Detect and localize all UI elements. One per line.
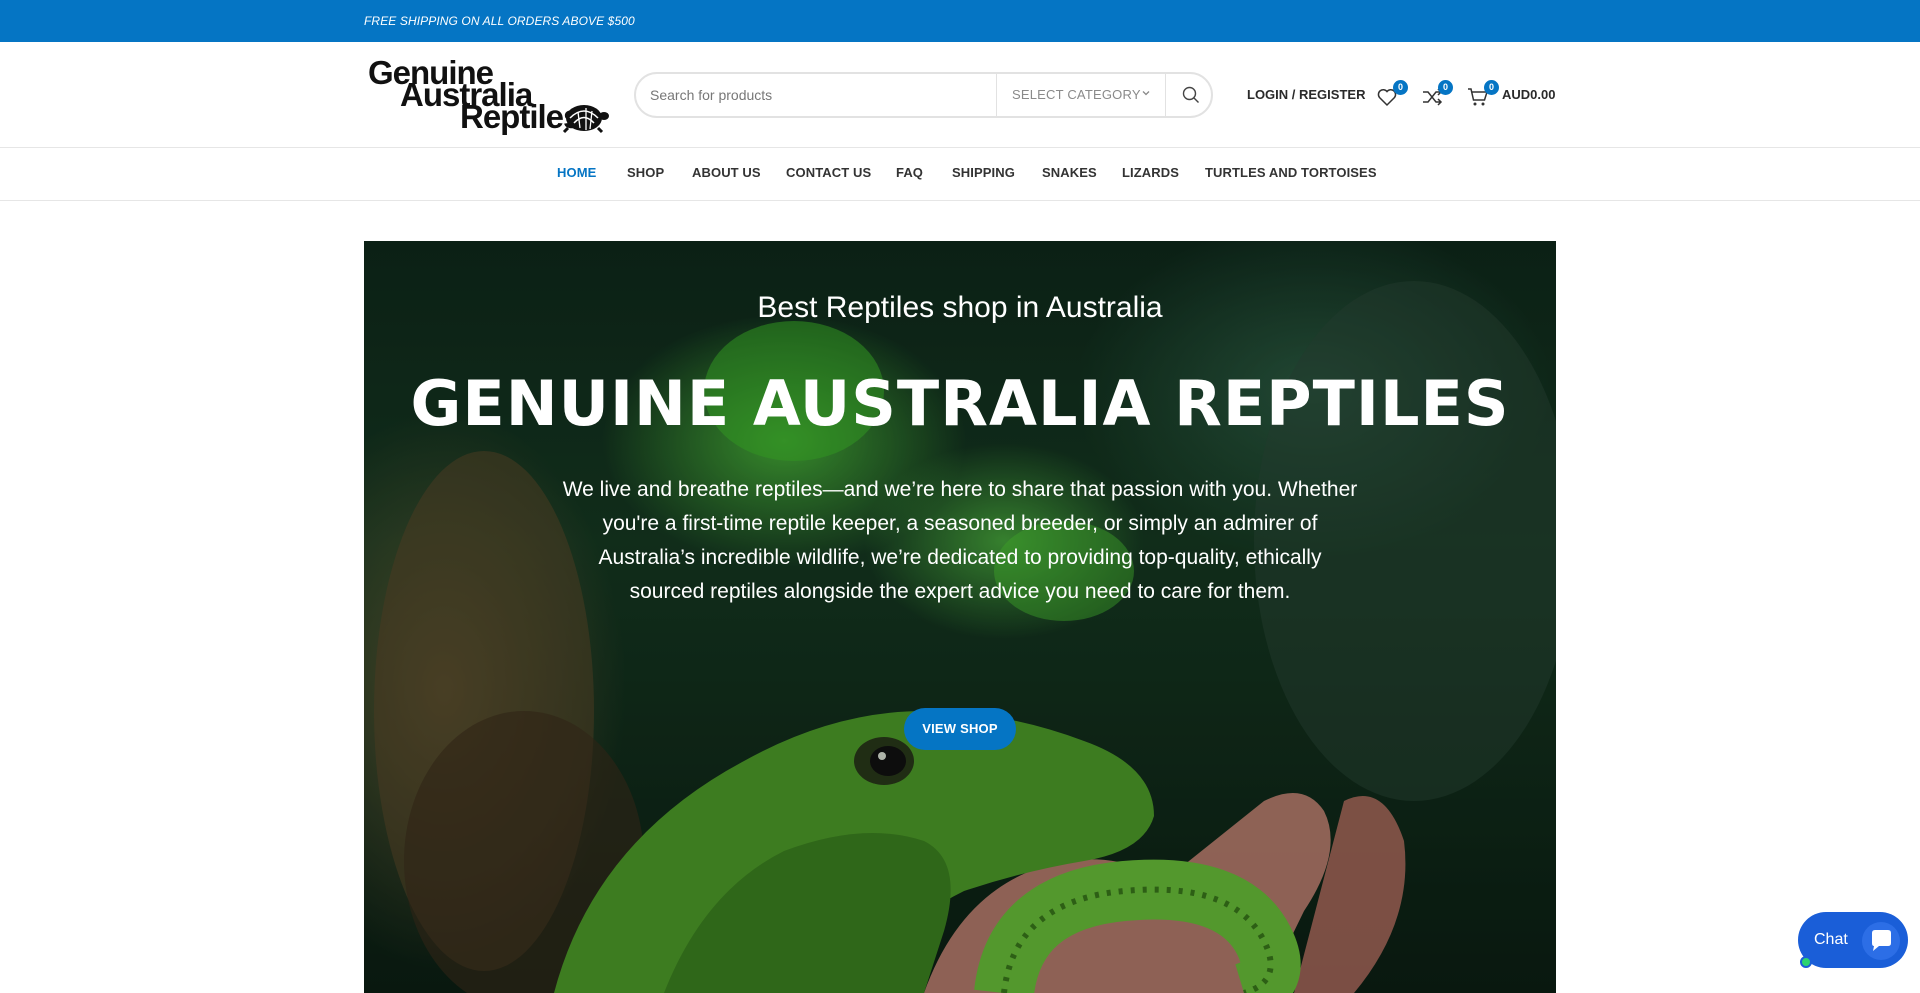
wishlist-button[interactable]: 0 [1376,80,1408,108]
compare-count-badge: 0 [1438,80,1453,95]
search-icon [1182,86,1199,103]
wishlist-count-badge: 0 [1393,80,1408,95]
hero-subtitle: Best Reptiles shop in Australia [757,291,1163,324]
search-button[interactable] [1169,74,1213,116]
main-navigation: HOME SHOP ABOUT US CONTACT US FAQ SHIPPI… [0,148,1920,201]
free-shipping-notice: FREE SHIPPING ON ALL ORDERS ABOVE $500 [364,14,635,28]
turtle-logo-icon [562,105,609,134]
announcement-bar: FREE SHIPPING ON ALL ORDERS ABOVE $500 [0,0,1920,42]
login-register-link[interactable]: LOGIN / REGISTER [1247,87,1365,102]
online-status-dot [1800,956,1812,968]
cart-total[interactable]: AUD0.00 [1502,87,1555,102]
site-header: Genuine Australia Reptiles SELECT CATEGO… [0,42,1920,148]
hero-banner: Best Reptiles shop in Australia GENUINE … [364,241,1556,993]
chat-widget-button[interactable]: Chat [1798,912,1908,968]
site-logo[interactable]: Genuine Australia Reptiles [366,56,611,136]
cart-button[interactable]: 0 [1467,80,1499,108]
category-select-label: SELECT CATEGORY [1012,87,1141,102]
compare-button[interactable]: 0 [1421,80,1453,108]
search-input[interactable] [650,85,990,105]
nav-shipping[interactable]: SHIPPING [952,165,1015,180]
chat-bubble-icon [1862,922,1900,960]
nav-snakes[interactable]: SNAKES [1042,165,1097,180]
nav-faq[interactable]: FAQ [896,165,923,180]
chevron-down-icon [1142,91,1150,96]
view-shop-button[interactable]: VIEW SHOP [904,708,1016,750]
hero-overlay [364,241,1556,993]
nav-turtles-and-tortoises[interactable]: TURTLES AND TORTOISES [1205,165,1377,180]
hero-title: GENUINE AUSTRALIA REPTILES [410,367,1510,440]
chat-label: Chat [1814,931,1848,948]
nav-home[interactable]: HOME [557,165,596,180]
category-select[interactable]: SELECT CATEGORY [996,74,1166,116]
nav-about-us[interactable]: ABOUT US [692,165,761,180]
cart-count-badge: 0 [1484,80,1499,95]
hero-description: We live and breathe reptiles—and we’re h… [562,478,1358,603]
product-search-bar: SELECT CATEGORY [634,72,1213,118]
nav-contact-us[interactable]: CONTACT US [786,165,871,180]
nav-lizards[interactable]: LIZARDS [1122,165,1179,180]
nav-shop[interactable]: SHOP [627,165,664,180]
